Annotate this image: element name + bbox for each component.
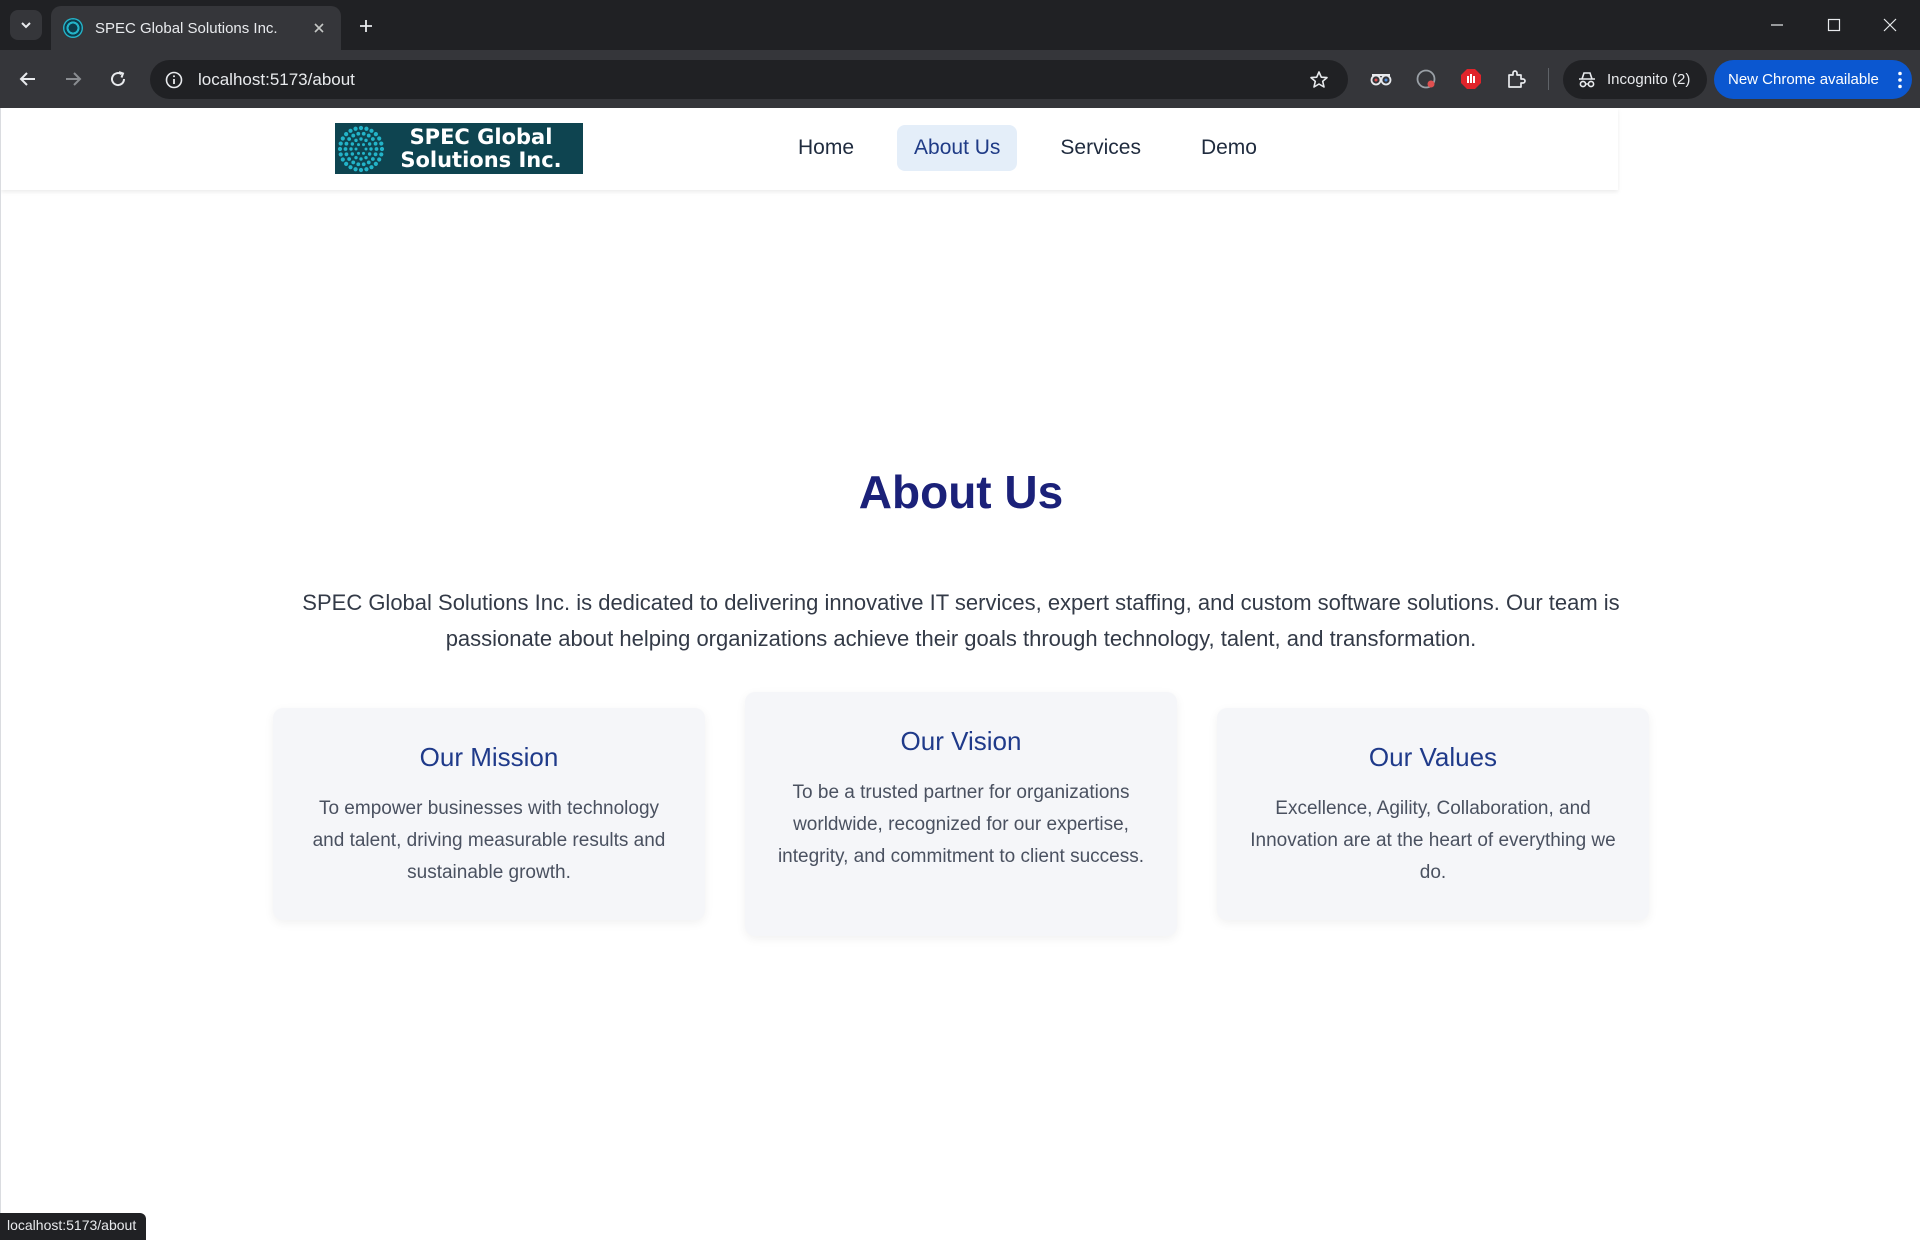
link-status-tooltip: localhost:5173/about	[0, 1213, 147, 1240]
arrow-left-icon	[19, 72, 35, 86]
new-tab-button[interactable]	[352, 12, 380, 40]
tab-search-button[interactable]	[10, 10, 42, 40]
page-title: About Us	[858, 466, 1064, 518]
minimize-icon	[1771, 24, 1783, 26]
vision-card: Our Vision To be a trusted partner for o…	[745, 692, 1177, 936]
site-favicon-icon	[63, 18, 83, 38]
browser-toolbar: localhost:5173/about Incognito (2) New C…	[0, 50, 1920, 108]
forward-button[interactable]	[57, 63, 89, 95]
nav-demo[interactable]: Demo	[1184, 125, 1274, 171]
incognito-profile-button[interactable]: Incognito (2)	[1563, 60, 1707, 99]
incognito-icon	[1579, 71, 1595, 87]
logo-line-2: Solutions Inc.	[400, 147, 562, 172]
mission-card-title: Our Mission	[419, 742, 559, 772]
update-label: New Chrome available	[1728, 71, 1879, 88]
adblock-extension-icon[interactable]	[1458, 66, 1484, 92]
reload-icon	[111, 71, 126, 87]
reload-button[interactable]	[102, 63, 134, 95]
vision-card-title: Our Vision	[900, 726, 1022, 756]
minimize-window-button[interactable]	[1757, 8, 1797, 42]
vision-card-text: To be a trusted partner for organization…	[777, 782, 1145, 867]
values-card-text: Excellence, Agility, Collaboration, and …	[1250, 798, 1616, 883]
new-chrome-available-button[interactable]: New Chrome available	[1714, 60, 1912, 99]
page-viewport: SPEC Global Solutions Inc. Home About Us…	[0, 108, 1920, 1240]
arrow-right-icon	[66, 72, 82, 86]
address-url[interactable]: localhost:5173/about	[198, 70, 1304, 90]
site-header: SPEC Global Solutions Inc. Home About Us…	[1, 108, 1618, 190]
kebab-menu-icon[interactable]	[1888, 71, 1912, 89]
logo-line-1: SPEC Global	[409, 124, 553, 149]
values-card: Our Values Excellence, Agility, Collabor…	[1217, 708, 1649, 920]
tab-title: SPEC Global Solutions Inc.	[95, 19, 278, 37]
close-icon	[1883, 18, 1897, 32]
nav-home[interactable]: Home	[781, 125, 871, 171]
toolbar-divider	[1548, 68, 1549, 90]
address-bar[interactable]: localhost:5173/about	[150, 60, 1348, 99]
extensions-puzzle-icon[interactable]	[1503, 66, 1529, 92]
spec-logo-icon	[337, 125, 385, 172]
nav-about-us[interactable]: About Us	[897, 125, 1018, 171]
bookmark-star-icon[interactable]	[1304, 65, 1334, 95]
about-intro-text: SPEC Global Solutions Inc. is dedicated …	[302, 590, 1620, 651]
site-info-icon[interactable]	[164, 70, 184, 90]
nav-services[interactable]: Services	[1043, 125, 1158, 171]
mission-card: Our Mission To empower businesses with t…	[273, 708, 705, 920]
close-window-button[interactable]	[1870, 8, 1910, 42]
chevron-down-icon	[21, 22, 31, 29]
mission-card-text: To empower businesses with technology an…	[312, 798, 666, 883]
capture-extension-icon[interactable]	[1413, 66, 1439, 92]
incognito-label: Incognito (2)	[1607, 71, 1691, 88]
browser-tab[interactable]: SPEC Global Solutions Inc.	[51, 6, 341, 50]
logo-text: SPEC Global Solutions Inc.	[385, 124, 583, 172]
back-button[interactable]	[12, 63, 44, 95]
site-logo[interactable]: SPEC Global Solutions Inc.	[335, 123, 583, 174]
values-card-title: Our Values	[1368, 742, 1498, 772]
plus-icon	[360, 20, 372, 32]
maximize-icon	[1827, 18, 1841, 32]
browser-tabstrip: SPEC Global Solutions Inc.	[0, 0, 1920, 50]
main-nav: Home About Us Services Demo	[781, 124, 1300, 172]
maximize-window-button[interactable]	[1814, 8, 1854, 42]
tab-close-icon[interactable]	[309, 18, 329, 38]
reader-extension-icon[interactable]	[1368, 66, 1394, 92]
